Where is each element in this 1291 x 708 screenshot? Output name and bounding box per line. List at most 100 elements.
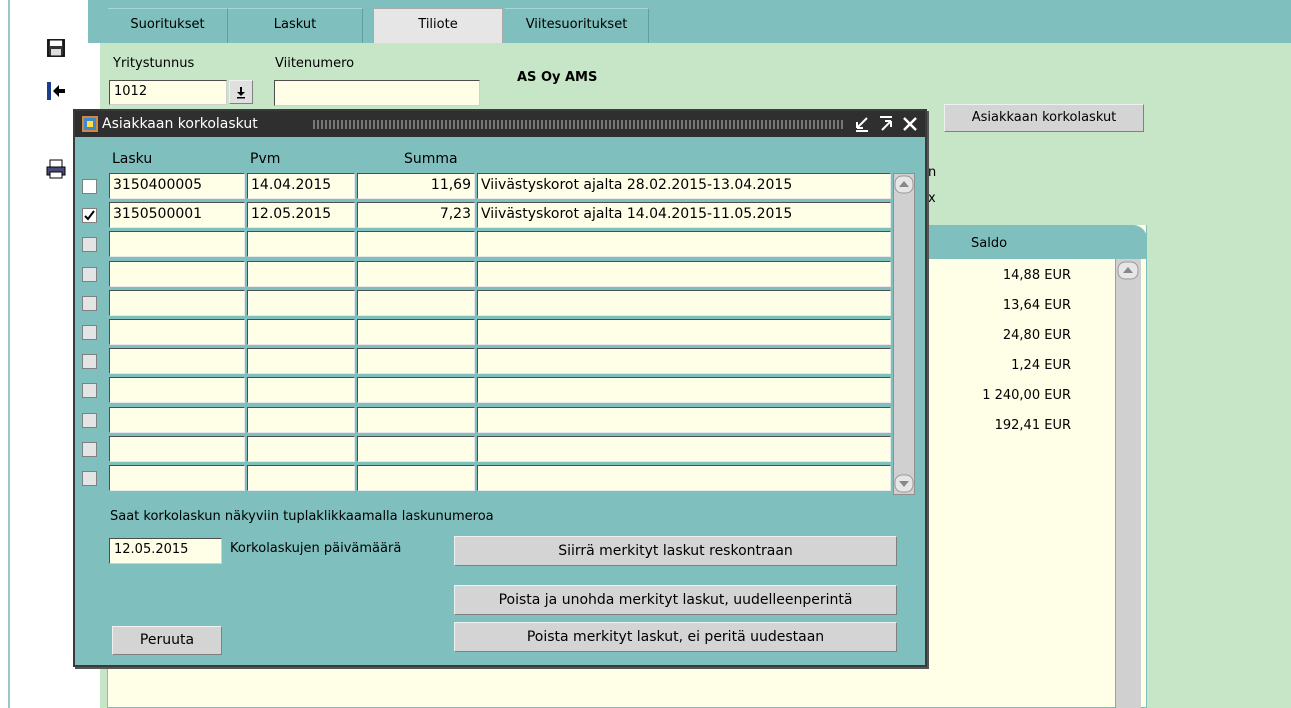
cell-pvm[interactable] [247,261,355,287]
cell-desc[interactable] [477,231,891,257]
cell-lasku[interactable]: 3150400005 [109,173,245,199]
partial-label: x [928,191,936,206]
peruuta-button[interactable]: Peruuta [112,626,222,655]
cell-pvm[interactable] [247,407,355,433]
row-checkbox[interactable] [82,208,97,223]
tab-bar: Suoritukset Laskut Tiliote Viitesuorituk… [88,0,1291,44]
cell-desc[interactable] [477,261,891,287]
cell-pvm[interactable] [247,290,355,316]
tab-laskut[interactable]: Laskut [228,8,363,43]
cell-lasku[interactable] [109,465,245,491]
hint-text: Saat korkolaskun näkyviin tuplaklikkaama… [110,509,494,524]
yritystunnus-field[interactable]: 1012 [109,80,227,105]
cell-lasku[interactable] [109,319,245,345]
grid-scrollbar[interactable] [1115,259,1141,708]
cell-pvm[interactable] [247,319,355,345]
cell-lasku[interactable] [109,348,245,374]
cell-pvm[interactable] [247,377,355,403]
cell-summa[interactable] [357,377,475,403]
saldo-header: Saldo [971,236,1008,251]
siirra-reskontraan-button[interactable]: Siirrä merkityt laskut reskontraan [454,536,897,566]
cell-summa[interactable] [357,290,475,316]
cell-lasku[interactable] [109,261,245,287]
cell-desc[interactable] [477,290,891,316]
cell-summa[interactable] [357,348,475,374]
tab-viitesuoritukset[interactable]: Viitesuoritukset [505,8,649,43]
dialog-title: Asiakkaan korkolaskut [102,116,258,132]
dropdown-icon[interactable] [229,80,253,104]
viitenumero-label: Viitenumero [275,56,355,71]
cell-summa[interactable] [357,319,475,345]
cell-lasku[interactable] [109,407,245,433]
cell-pvm[interactable] [247,436,355,462]
yritystunnus-label: Yritystunnus [113,56,195,71]
cell-summa[interactable] [357,436,475,462]
cell-summa[interactable]: 7,23 [357,202,475,228]
row-checkbox[interactable] [82,413,97,428]
cell-lasku[interactable] [109,436,245,462]
cell-pvm[interactable]: 14.04.2015 [247,173,355,199]
tab-tiliote[interactable]: Tiliote [373,8,503,44]
cell-desc[interactable] [477,319,891,345]
saldo-value: 1,24 EUR [1011,358,1071,373]
row-checkbox[interactable] [82,471,97,486]
exit-icon[interactable] [45,80,67,102]
row-checkbox[interactable] [82,237,97,252]
poista-unohda-button[interactable]: Poista ja unohda merkityt laskut, uudell… [454,585,897,615]
row-checkbox[interactable] [82,442,97,457]
row-checkbox[interactable] [82,296,97,311]
korkolaskut-dialog: Asiakkaan korkolaskut Lasku Pvm Summa 31… [73,109,927,667]
maximize-icon[interactable] [877,115,895,133]
cell-lasku[interactable] [109,377,245,403]
cell-summa[interactable] [357,465,475,491]
cell-pvm[interactable]: 12.05.2015 [247,202,355,228]
titlebar-pattern [313,120,843,129]
cell-lasku[interactable] [109,231,245,257]
print-icon[interactable] [45,158,67,180]
saldo-value: 192,41 EUR [994,418,1071,433]
viitenumero-field[interactable] [274,80,480,106]
company-name: AS Oy AMS [517,70,598,85]
cell-lasku[interactable] [109,290,245,316]
dialog-scrollbar[interactable] [893,173,915,495]
cell-desc[interactable]: Viivästyskorot ajalta 14.04.2015-11.05.2… [477,202,891,228]
cell-lasku[interactable]: 3150500001 [109,202,245,228]
poista-ei-perita-button[interactable]: Poista merkityt laskut, ei peritä uudest… [454,622,897,652]
save-icon[interactable] [45,37,67,59]
saldo-column: 14,88 EUR 13,64 EUR 24,80 EUR 1,24 EUR 1… [940,268,1071,458]
row-checkbox[interactable] [82,267,97,282]
cell-summa[interactable] [357,261,475,287]
cell-pvm[interactable] [247,231,355,257]
cell-desc[interactable] [477,377,891,403]
asiakkaan-korkolaskut-button[interactable]: Asiakkaan korkolaskut [944,104,1144,132]
tab-suoritukset[interactable]: Suoritukset [108,8,228,43]
window-frame [0,0,10,708]
saldo-value: 13,64 EUR [1002,298,1071,313]
saldo-value: 14,88 EUR [1002,268,1071,283]
minimize-icon[interactable] [853,115,871,133]
cell-pvm[interactable] [247,465,355,491]
cell-desc[interactable] [477,465,891,491]
dialog-titlebar[interactable]: Asiakkaan korkolaskut [75,111,925,137]
cell-desc[interactable] [477,407,891,433]
saldo-value: 24,80 EUR [1002,328,1071,343]
row-checkbox[interactable] [82,325,97,340]
column-header-summa: Summa [404,151,458,167]
cell-desc[interactable]: Viivästyskorot ajalta 28.02.2015-13.04.2… [477,173,891,199]
cell-pvm[interactable] [247,348,355,374]
row-checkbox[interactable] [82,354,97,369]
app-icon [81,115,99,137]
korkolasku-date-field[interactable]: 12.05.2015 [109,538,222,564]
cell-desc[interactable] [477,436,891,462]
cell-summa[interactable]: 11,69 [357,173,475,199]
partial-label: n [928,165,937,180]
cell-summa[interactable] [357,231,475,257]
cell-summa[interactable] [357,407,475,433]
close-icon[interactable] [901,115,919,133]
checkmark-icon [84,210,95,221]
row-checkbox[interactable] [82,179,97,194]
saldo-value: 1 240,00 EUR [982,388,1071,403]
cell-desc[interactable] [477,348,891,374]
column-header-lasku: Lasku [112,151,153,167]
row-checkbox[interactable] [82,383,97,398]
